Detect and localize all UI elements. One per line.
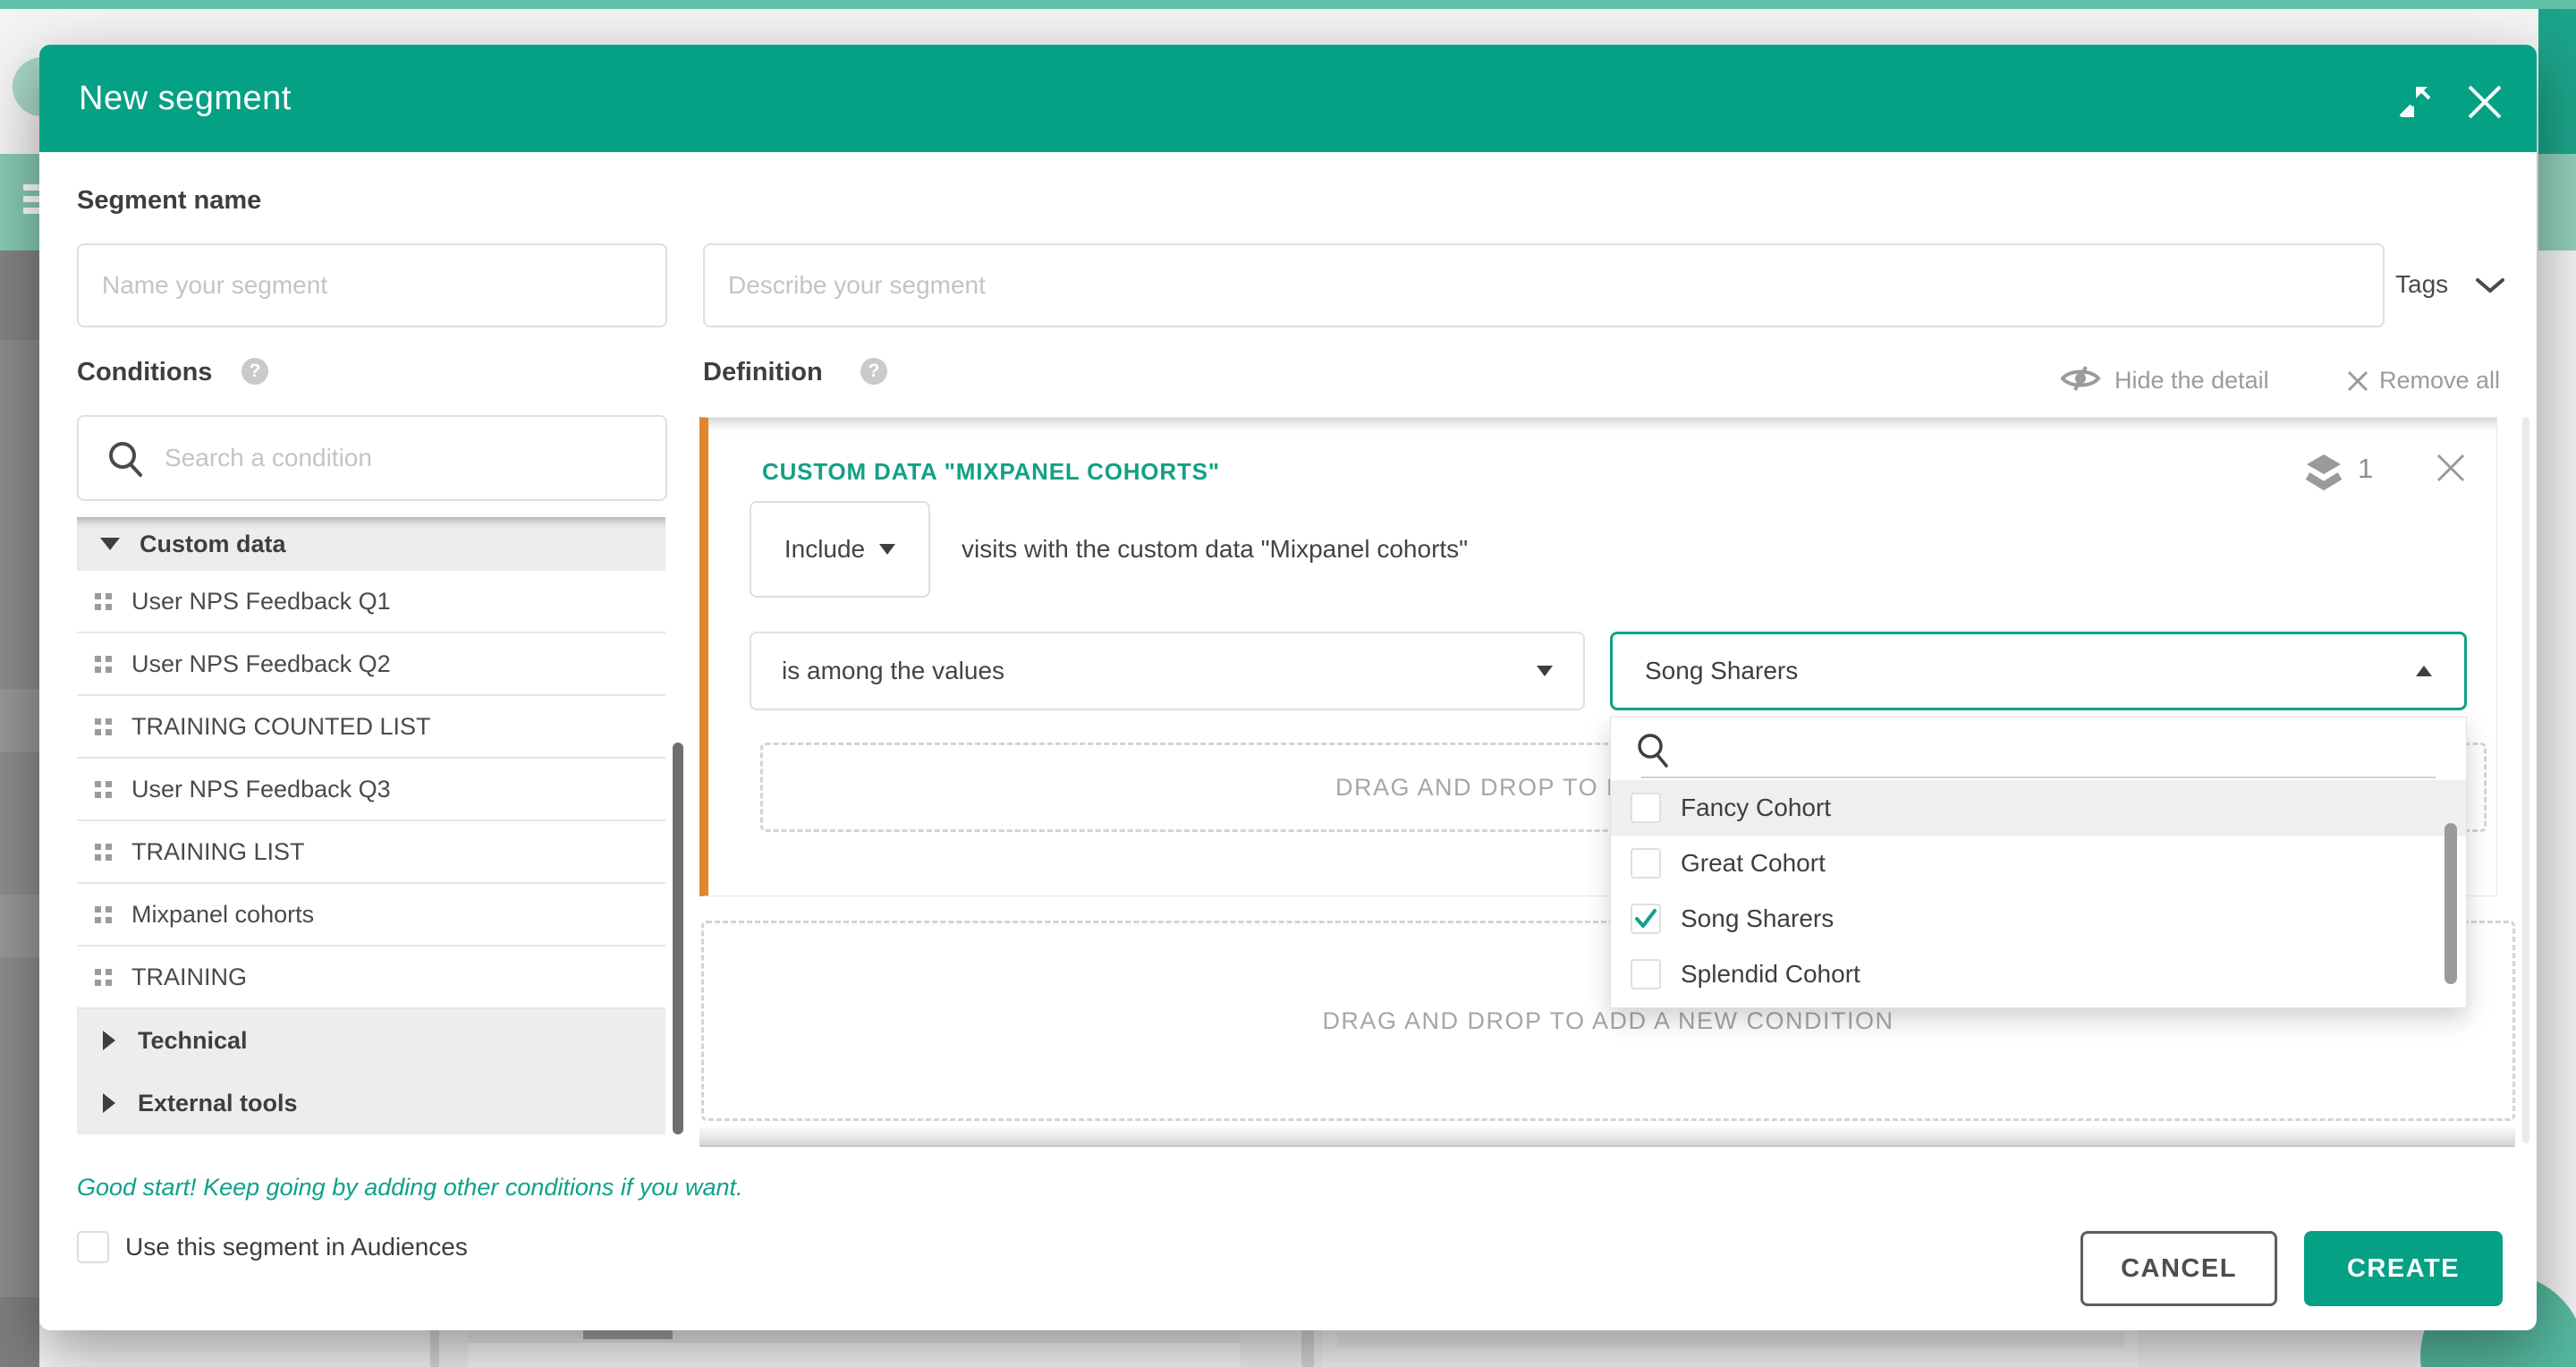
- condition-item[interactable]: Mixpanel cohorts: [77, 884, 665, 947]
- segment-description-input[interactable]: [705, 245, 2383, 326]
- audiences-checkbox-label: Use this segment in Audiences: [125, 1233, 468, 1261]
- condition-sentence: visits with the custom data "Mixpanel co…: [962, 535, 1468, 564]
- condition-close-icon[interactable]: [2433, 450, 2469, 490]
- checkbox-unchecked[interactable]: [1631, 959, 1661, 989]
- new-segment-dialog: New segment Segment name Tags: [39, 45, 2537, 1330]
- condition-item[interactable]: User NPS Feedback Q1: [77, 571, 665, 633]
- encouragement-message: Good start! Keep going by adding other c…: [77, 1174, 742, 1201]
- app-sidebar: [0, 250, 39, 1297]
- layers-icon: [2303, 449, 2344, 497]
- option-great-cohort[interactable]: Great Cohort: [1611, 836, 2466, 891]
- divider: [1641, 777, 2436, 778]
- new-condition-hint: DRAG AND DROP TO ADD A NEW CONDITION: [1322, 1007, 1894, 1035]
- conditions-label: Conditions: [77, 358, 212, 387]
- drag-handle-icon[interactable]: [95, 593, 112, 610]
- screen: New segment Segment name Tags: [0, 0, 2576, 1367]
- conditions-scrollbar[interactable]: [673, 743, 683, 1134]
- triangle-down-icon: [100, 538, 120, 550]
- option-splendid-cohort[interactable]: Splendid Cohort: [1611, 947, 2466, 1002]
- segment-description-field-wrap: [703, 243, 2385, 327]
- option-song-sharers[interactable]: Song Sharers: [1611, 891, 2466, 947]
- triangle-right-icon: [103, 1093, 115, 1113]
- app-sidebar-section: [0, 250, 39, 340]
- layer-count: 1: [2358, 453, 2373, 485]
- search-icon: [1634, 730, 1674, 774]
- segment-name-input[interactable]: [79, 245, 665, 326]
- eye-slash-icon[interactable]: [2059, 363, 2102, 398]
- segment-name-label: Segment name: [77, 186, 261, 216]
- remove-all-x-icon[interactable]: [2345, 369, 2370, 398]
- divider: [430, 1330, 439, 1367]
- app-bottom-pill: [583, 1330, 673, 1339]
- app-sidebar-section: [0, 1297, 39, 1367]
- condition-group-external-tools[interactable]: External tools: [77, 1072, 665, 1134]
- condition-group-custom-data[interactable]: Custom data: [77, 517, 665, 571]
- condition-item[interactable]: TRAINING LIST: [77, 821, 665, 884]
- operator-dropdown[interactable]: is among the values: [750, 632, 1585, 710]
- close-icon[interactable]: [2465, 82, 2504, 122]
- search-icon: [106, 438, 147, 484]
- app-right-header: [2538, 9, 2576, 154]
- app-bottom-bar: [1337, 1333, 2124, 1347]
- app-right-background: [2538, 250, 2576, 1367]
- help-icon[interactable]: ?: [242, 358, 268, 385]
- drag-handle-icon[interactable]: [95, 844, 112, 861]
- app-bottom-panel: [40, 1330, 429, 1367]
- condition-search-wrap: [77, 415, 667, 501]
- collapse-icon[interactable]: [2395, 82, 2435, 122]
- condition-group-technical[interactable]: Technical: [77, 1009, 665, 1072]
- segment-name-field-wrap: [77, 243, 667, 327]
- condition-item[interactable]: TRAINING COUNTED LIST: [77, 696, 665, 759]
- triangle-down-icon: [1537, 666, 1553, 676]
- cancel-button[interactable]: CANCEL: [2080, 1231, 2277, 1306]
- app-sidebar-section: [0, 689, 39, 751]
- audiences-checkbox[interactable]: [77, 1231, 109, 1263]
- divider: [1301, 1330, 1314, 1367]
- dropdown-scrollbar[interactable]: [2445, 823, 2457, 984]
- remove-all-button[interactable]: Remove all: [2379, 367, 2500, 395]
- help-icon[interactable]: ?: [860, 358, 887, 385]
- drag-handle-icon[interactable]: [95, 781, 112, 798]
- chevron-down-icon[interactable]: [2474, 276, 2506, 300]
- condition-item[interactable]: TRAINING: [77, 947, 665, 1009]
- include-dropdown[interactable]: Include: [750, 501, 930, 598]
- drag-handle-icon[interactable]: [95, 906, 112, 923]
- triangle-right-icon: [103, 1031, 115, 1050]
- app-right-nav: [2538, 154, 2576, 250]
- dialog-title: New segment: [39, 80, 292, 118]
- hide-detail-button[interactable]: Hide the detail: [2114, 367, 2269, 395]
- create-button[interactable]: CREATE: [2304, 1231, 2503, 1306]
- condition-search-input[interactable]: [79, 417, 665, 499]
- checkbox-unchecked[interactable]: [1631, 793, 1661, 823]
- definition-horizontal-scrollbar[interactable]: [699, 1125, 2515, 1147]
- tags-label: Tags: [2395, 270, 2448, 298]
- narrow-drop-hint: DRAG AND DROP TO NAR: [763, 774, 1662, 802]
- tags-dropdown[interactable]: Tags: [2395, 270, 2448, 299]
- triangle-down-icon: [879, 544, 895, 555]
- conditions-list: Custom data User NPS Feedback Q1 User NP…: [77, 517, 665, 1134]
- checkbox-checked[interactable]: [1631, 904, 1661, 934]
- drag-handle-icon[interactable]: [95, 718, 112, 735]
- app-sidebar-section: [0, 895, 39, 957]
- checkbox-unchecked[interactable]: [1631, 848, 1661, 879]
- definition-label: Definition: [703, 358, 823, 387]
- values-search-input[interactable]: [1682, 728, 2419, 773]
- condition-item[interactable]: User NPS Feedback Q3: [77, 759, 665, 821]
- triangle-up-icon: [2416, 666, 2432, 676]
- values-dropdown-panel: Fancy Cohort Great Cohort Song Sharers: [1610, 717, 2467, 1008]
- app-nav-row: [0, 154, 39, 250]
- drag-handle-icon[interactable]: [95, 656, 112, 673]
- condition-card-title: CUSTOM DATA "MIXPANEL COHORTS": [762, 458, 1220, 486]
- option-fancy-cohort[interactable]: Fancy Cohort: [1611, 780, 2466, 836]
- condition-item[interactable]: User NPS Feedback Q2: [77, 633, 665, 696]
- values-dropdown[interactable]: Song Sharers: [1610, 632, 2467, 710]
- app-top-strip: [0, 0, 2576, 9]
- definition-vertical-scrollbar[interactable]: [2522, 417, 2529, 1143]
- dialog-header: New segment: [39, 45, 2537, 152]
- drag-handle-icon[interactable]: [95, 969, 112, 986]
